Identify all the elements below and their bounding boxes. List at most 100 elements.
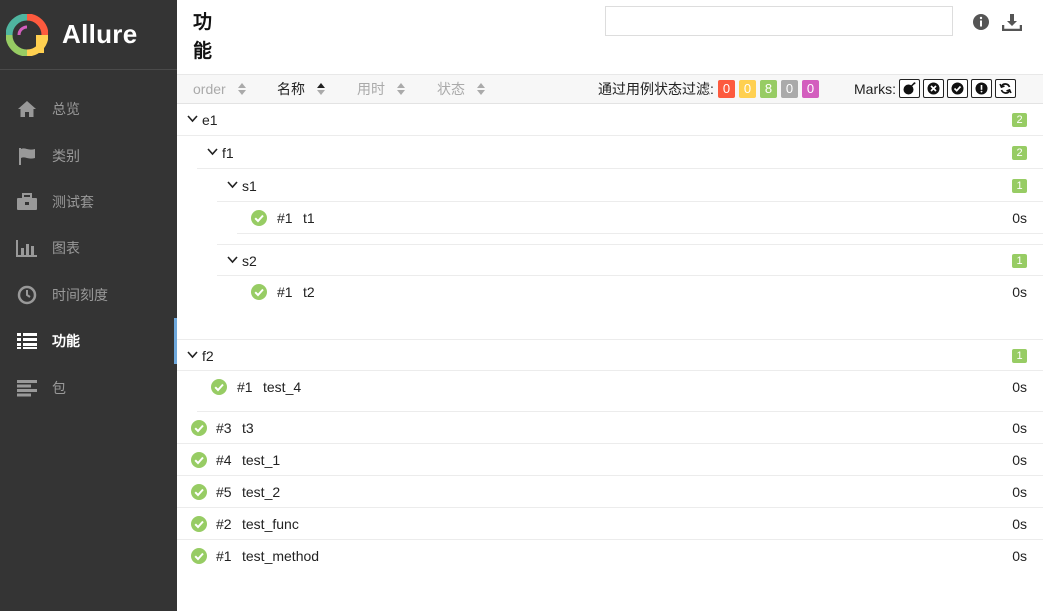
sidebar-item-categories[interactable]: 类别 [0,132,177,178]
group-count-badge: 2 [1012,113,1027,127]
test-duration: 0s [1012,379,1027,395]
tree-group-e1[interactable]: e1 2 [177,104,1043,136]
new-failed-mark-toggle[interactable] [923,79,944,98]
tree-group-s1[interactable]: s1 1 [217,170,1043,202]
sidebar: Allure 总览 类别 测试套 图表 时间刻度 功能 包 [0,0,177,611]
test-case-row[interactable]: #1 test_4 0s [197,371,1043,412]
test-name: t3 [242,420,254,436]
group-name: f1 [222,145,234,161]
sidebar-item-suites[interactable]: 测试套 [0,179,177,225]
sidebar-item-label: 包 [52,379,66,396]
test-case-row[interactable]: #2 test_func 0s [177,508,1043,540]
test-duration: 0s [1012,210,1027,226]
briefcase-icon [16,191,38,213]
sort-icon [397,83,405,95]
test-order: #3 [216,420,232,436]
brand[interactable]: Allure [0,0,177,70]
test-case-row[interactable]: #4 test_1 0s [177,444,1043,476]
sidebar-item-timeline[interactable]: 时间刻度 [0,272,177,318]
tree-group-f2[interactable]: f2 1 [177,339,1043,371]
sidebar-item-label: 功能 [52,333,80,350]
test-order: #5 [216,484,232,500]
passed-status-icon [251,284,267,300]
sidebar-item-behaviors[interactable]: 功能 [0,317,177,365]
test-name: test_2 [242,484,281,500]
chevron-down-icon [187,351,198,359]
sort-order-button[interactable]: order [193,75,246,103]
group-name: e1 [202,112,218,128]
test-name: test_4 [263,379,302,395]
status-passed-toggle[interactable]: 8 [760,80,777,98]
sort-name-button[interactable]: 名称 [277,75,325,103]
test-duration: 0s [1012,516,1027,532]
flag-icon [16,145,38,167]
status-skipped-toggle[interactable]: 0 [781,80,798,98]
status-filter: 0 0 8 0 0 [718,80,819,98]
sidebar-item-label: 图表 [52,240,80,257]
test-case-row[interactable]: #1 test_method 0s [177,540,1043,572]
flaky-mark-toggle[interactable] [899,79,920,98]
close-circle-icon [927,82,940,95]
test-case-row[interactable]: #1 t2 0s [237,276,1043,308]
sort-duration-button[interactable]: 用时 [357,75,405,103]
info-icon [973,14,989,30]
tree-toolbar: order 名称 用时 状态 通过用例状态过滤: 0 0 8 0 0 Marks… [177,74,1043,104]
status-broken-toggle[interactable]: 0 [739,80,756,98]
sort-status-button[interactable]: 状态 [437,75,485,103]
retries-mark-toggle[interactable] [995,79,1016,98]
tree-group-s2[interactable]: s2 1 [217,244,1043,276]
test-duration: 0s [1012,284,1027,300]
sidebar-nav: 总览 类别 测试套 图表 时间刻度 功能 包 [0,70,177,411]
test-order: #4 [216,452,232,468]
sidebar-item-label: 时间刻度 [52,286,108,303]
test-duration: 0s [1012,484,1027,500]
marks-label: Marks: [854,81,896,97]
chevron-down-icon [187,115,198,123]
passed-status-icon [191,516,207,532]
home-icon [16,98,38,120]
chevron-down-icon [227,256,238,264]
refresh-icon [999,83,1012,94]
test-name: test_func [242,516,299,532]
sorter-label: 用时 [357,81,385,97]
passed-status-icon [191,420,207,436]
test-order: #1 [216,548,232,564]
test-duration: 0s [1012,548,1027,564]
sidebar-item-label: 测试套 [52,193,94,210]
status-unknown-toggle[interactable]: 0 [802,80,819,98]
sorter-label: 名称 [277,81,305,97]
list-icon [16,330,38,352]
passed-status-icon [191,484,207,500]
group-name: s2 [242,253,257,269]
align-left-icon [16,377,38,399]
test-name: t2 [303,284,315,300]
test-name: t1 [303,210,315,226]
download-icon [1002,14,1022,31]
test-order: #1 [277,284,293,300]
new-broken-mark-toggle[interactable] [971,79,992,98]
sidebar-item-overview[interactable]: 总览 [0,86,177,132]
sort-icon [477,83,485,95]
chevron-down-icon [227,181,238,189]
bar-chart-icon [16,237,38,259]
allure-logo-icon [6,13,48,56]
sidebar-item-label: 类别 [52,147,80,164]
test-duration: 0s [1012,420,1027,436]
test-case-row[interactable]: #1 t1 0s [237,202,1043,234]
test-order: #1 [277,210,293,226]
info-button[interactable] [969,10,993,34]
test-case-row[interactable]: #5 test_2 0s [177,476,1043,508]
download-button[interactable] [1000,10,1024,34]
sidebar-item-graphs[interactable]: 图表 [0,225,177,271]
search-input[interactable] [605,6,953,36]
group-count-badge: 1 [1012,254,1027,268]
group-name: f2 [202,348,214,364]
sidebar-item-packages[interactable]: 包 [0,364,177,410]
sorter-label: 状态 [437,81,465,97]
tree-group-f1[interactable]: f1 2 [197,137,1043,169]
sorter-label: order [193,81,226,97]
new-passed-mark-toggle[interactable] [947,79,968,98]
status-failed-toggle[interactable]: 0 [718,80,735,98]
brand-name: Allure [62,19,138,49]
test-case-row[interactable]: #3 t3 0s [177,412,1043,444]
